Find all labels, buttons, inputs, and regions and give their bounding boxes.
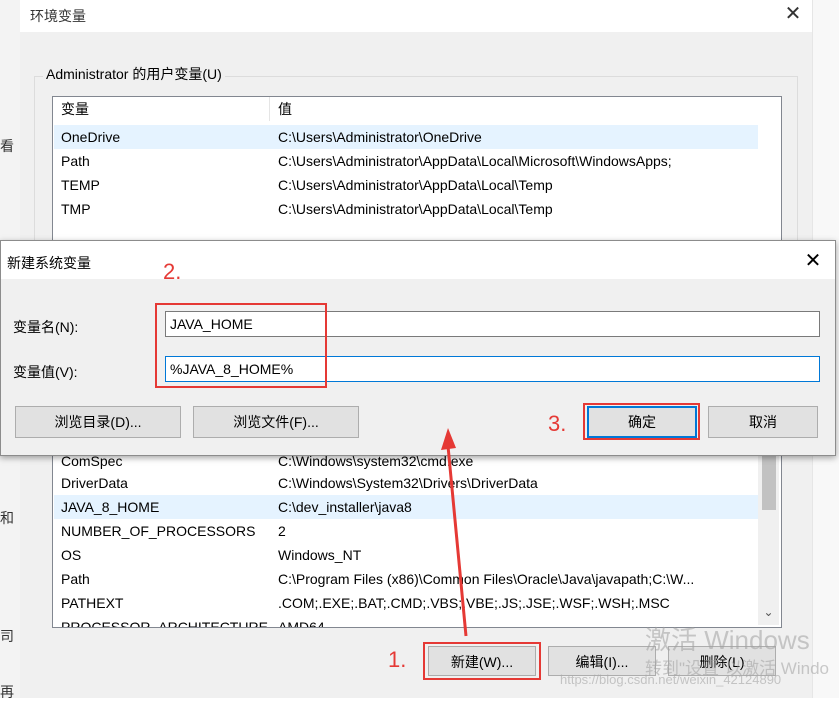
annotation-arrow [441, 428, 468, 637]
activation-watermark: 激活 Windows [645, 625, 810, 655]
source-url-watermark: https://blog.csdn.net/weixin_42124890 [560, 672, 782, 687]
